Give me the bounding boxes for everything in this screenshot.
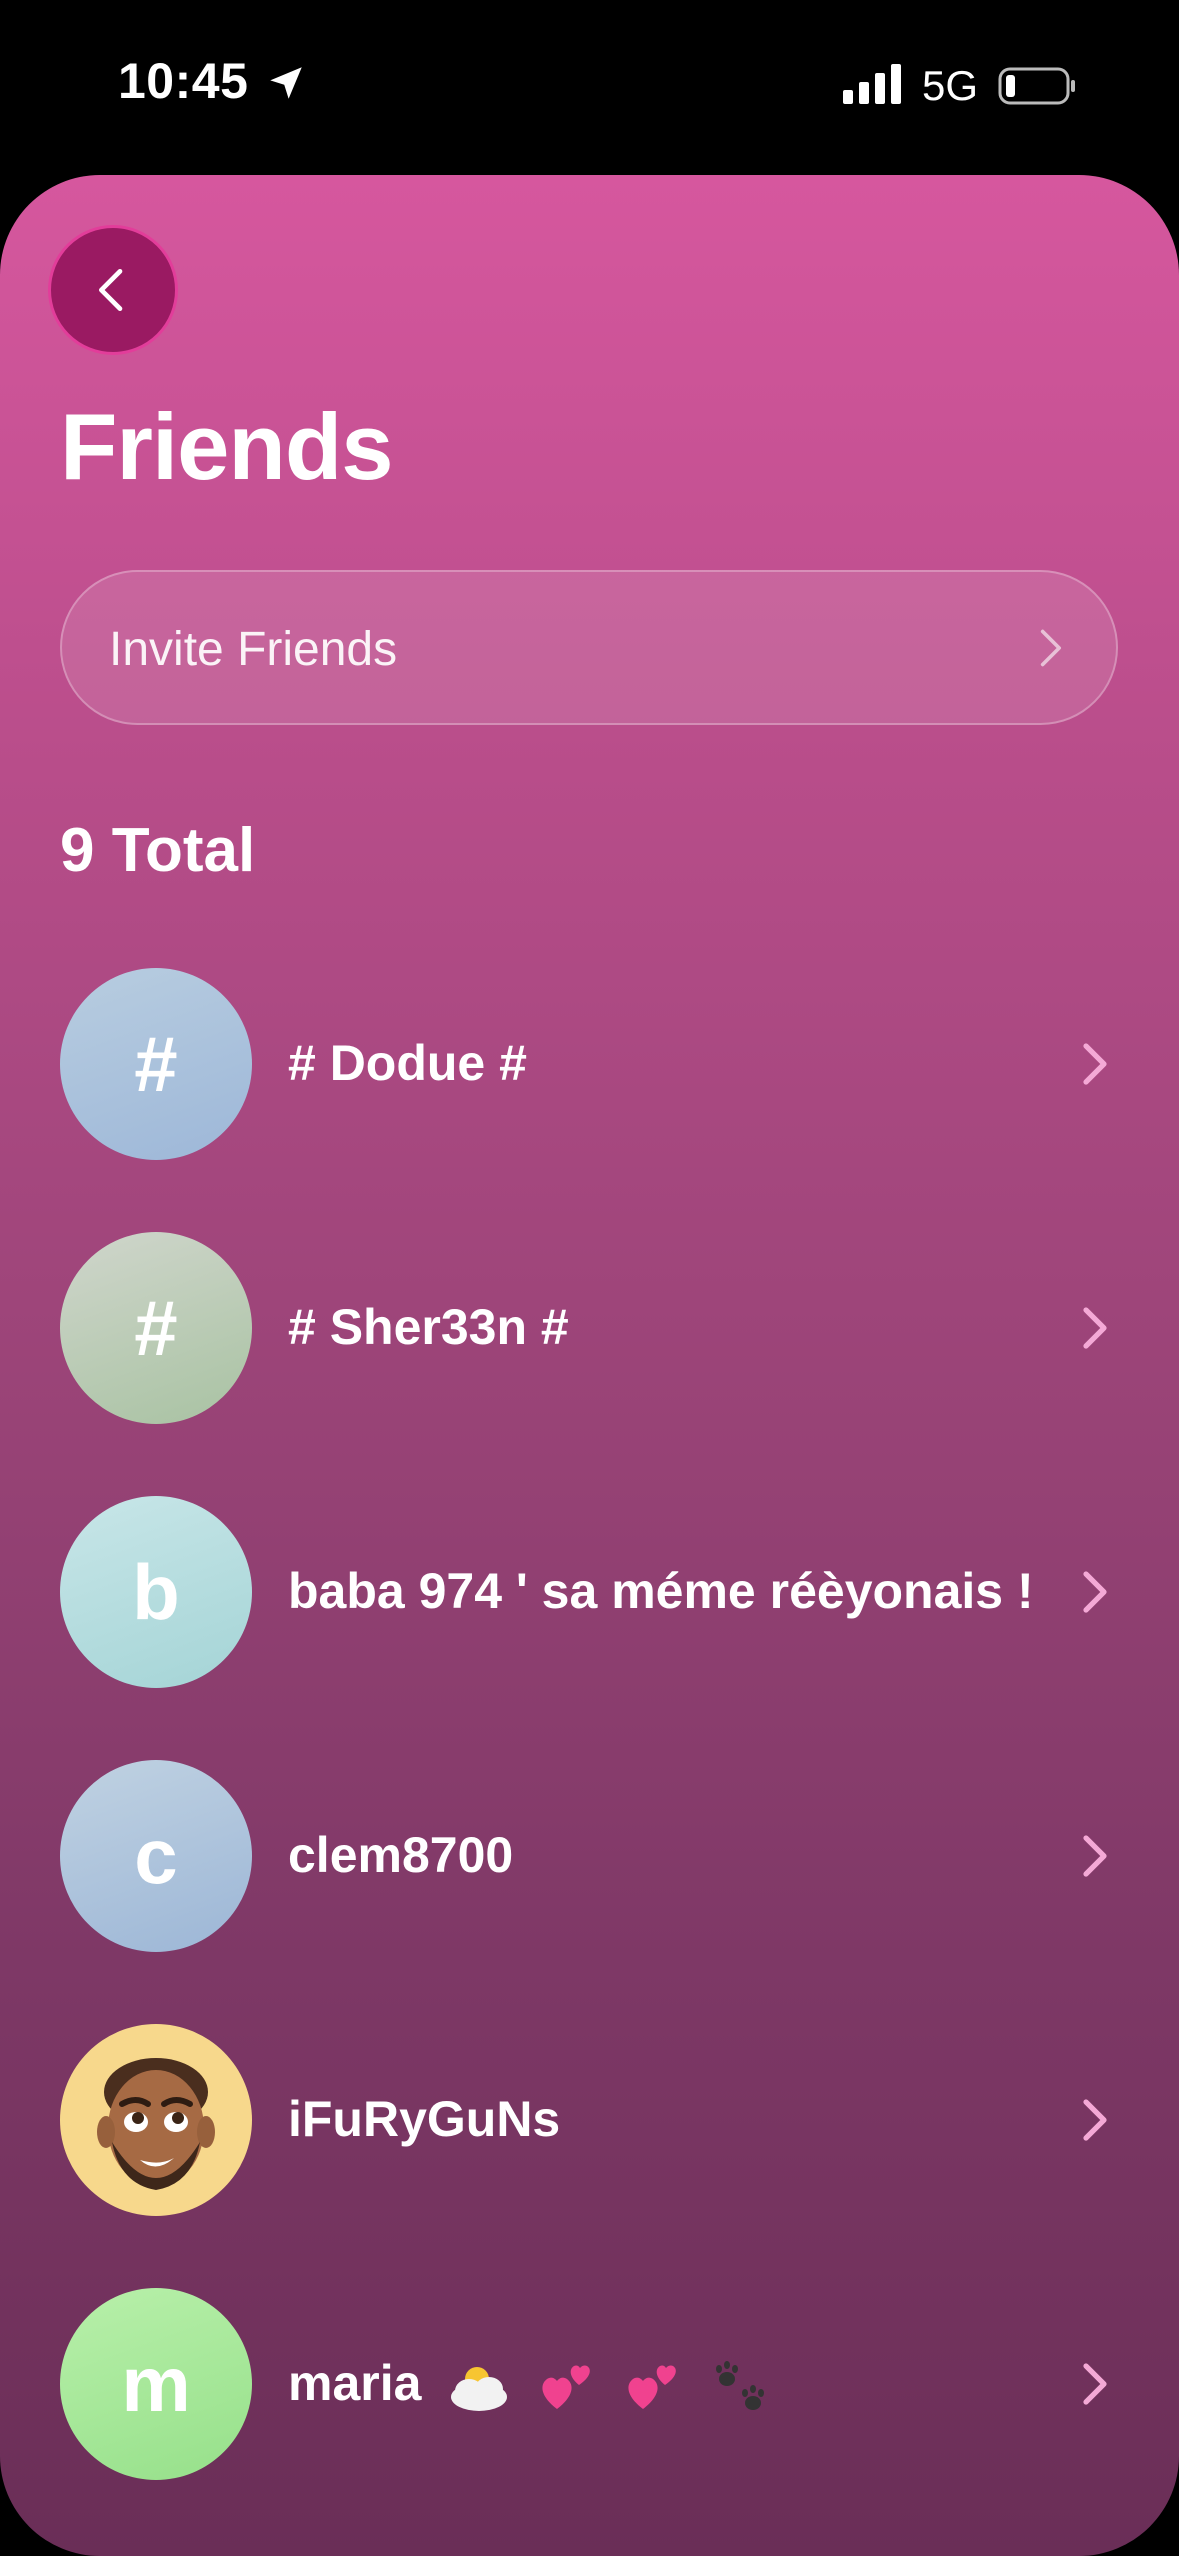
avatar: # [60, 1232, 252, 1424]
page-title: Friends [60, 394, 394, 499]
network-type: 5G [922, 62, 979, 109]
friends-screen: 10:45 5G Friends Invite Friends 9 Total … [0, 0, 1179, 2556]
avatar-letter: # [134, 1283, 178, 1372]
two-hearts-icon [542, 2365, 591, 2409]
friend-row-maria[interactable]: m maria [60, 2288, 1118, 2480]
chevron-right-icon [1040, 629, 1061, 667]
chevron-left-icon [99, 269, 123, 311]
avatar-letter: # [134, 1019, 178, 1108]
memoji-face [97, 2058, 215, 2190]
memoji-avatar-icon [60, 2024, 252, 2216]
paw-prints-icon [716, 2360, 765, 2410]
avatar-letter: c [134, 1811, 178, 1900]
status-bar: 10:45 5G [0, 0, 1179, 175]
avatar: # [60, 968, 252, 1160]
chevron-right-icon [1083, 1835, 1107, 1877]
friend-row-dodue[interactable]: # # Dodue # [60, 968, 1118, 1160]
invite-friends-button[interactable]: Invite Friends [60, 570, 1118, 725]
friend-row-clem8700[interactable]: c clem8700 [60, 1760, 1118, 1952]
friend-name: # Dodue # [288, 1035, 527, 1091]
avatar: b [60, 1496, 252, 1688]
friend-name: baba 974 ' sa méme réèyonais ! [288, 1563, 1034, 1619]
battery-icon [998, 67, 1075, 105]
friend-row-baba[interactable]: b baba 974 ' sa méme réèyonais ! [60, 1496, 1118, 1688]
friends-sheet: Friends Invite Friends 9 Total # # Dodue… [0, 175, 1179, 2556]
location-arrow-icon [270, 67, 302, 99]
chevron-right-icon [1083, 1571, 1107, 1613]
chevron-right-icon [1083, 2099, 1107, 2141]
friend-row-sher33n[interactable]: # # Sher33n # [60, 1232, 1118, 1424]
two-hearts-icon [628, 2365, 676, 2409]
avatar: m [60, 2288, 252, 2480]
status-time: 10:45 [118, 53, 249, 109]
chevron-right-icon [1083, 2363, 1107, 2405]
sun-behind-cloud-icon [451, 2366, 508, 2411]
friend-name: iFuRyGuNs [288, 2091, 561, 2147]
signal-bars-icon [843, 64, 901, 104]
chevron-right-icon [1083, 1307, 1107, 1349]
chevron-right-icon [1083, 1043, 1107, 1085]
back-button[interactable] [48, 225, 178, 355]
friend-name: maria [288, 2354, 773, 2417]
invite-friends-label: Invite Friends [109, 623, 398, 676]
friend-name: clem8700 [288, 1827, 514, 1883]
friend-row-ifuryguns[interactable]: iFuRyGuNs [60, 2024, 1118, 2216]
avatar: c [60, 1760, 252, 1952]
avatar-letter: b [132, 1547, 180, 1636]
friend-name: # Sher33n # [288, 1299, 569, 1355]
friends-total: 9 Total [60, 816, 256, 885]
friend-name-text: maria [288, 2355, 422, 2411]
avatar-letter: m [121, 2339, 191, 2428]
